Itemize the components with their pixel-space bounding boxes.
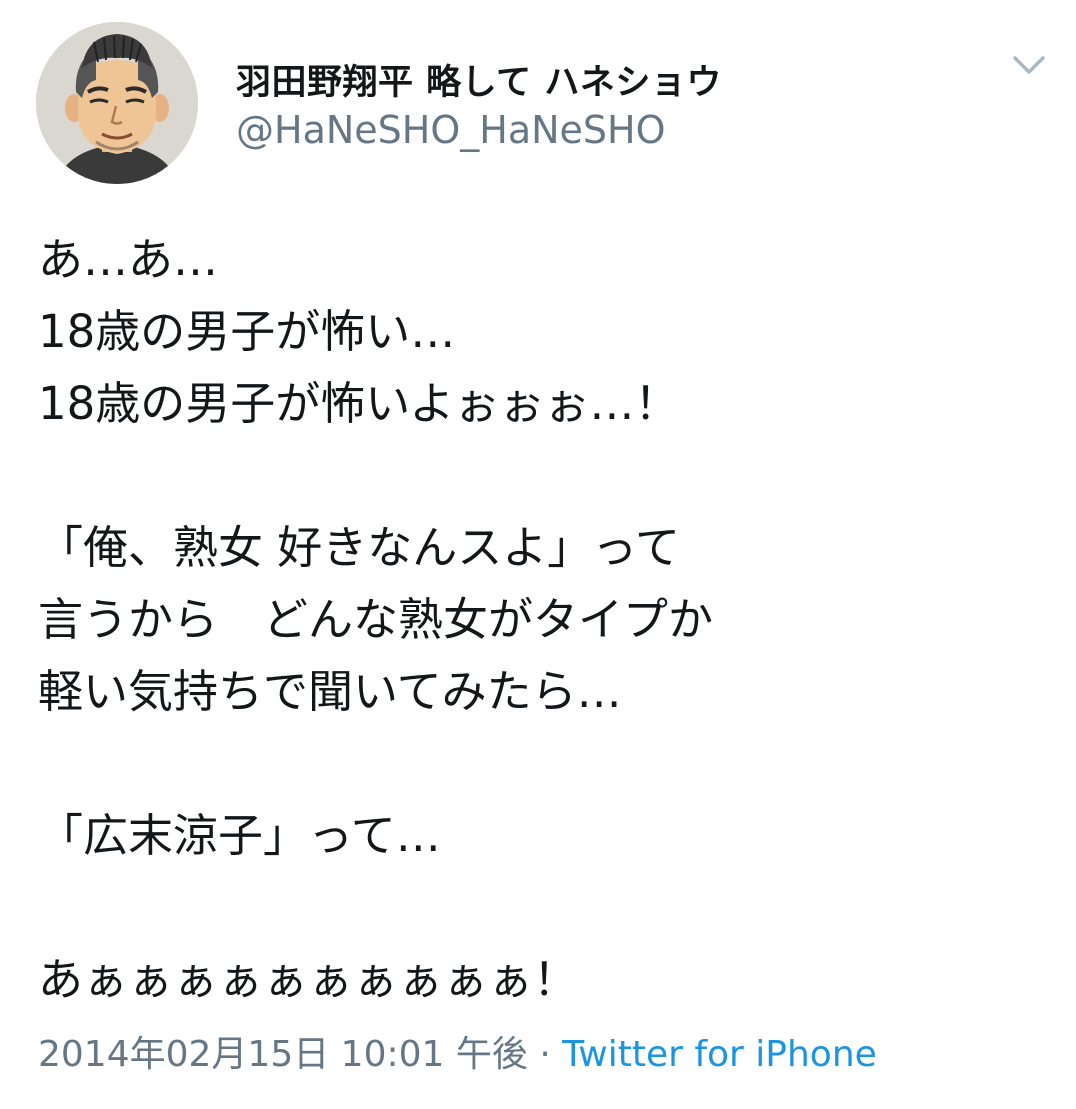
tweet-line: あぁぁぁぁぁぁぁぁぁぁ！	[38, 953, 579, 1006]
tweet-line: 「俺、熟女 好きなんスよ」って	[38, 521, 681, 574]
chevron-down-icon[interactable]	[1010, 50, 1048, 80]
tweet-text: あ…あ… 18歳の男子が怖い… 18歳の男子が怖いよぉぉぉ…！ 「俺、熟女 好き…	[38, 224, 1048, 1016]
tweet-line: 「広末涼子」って…	[38, 809, 441, 862]
tweet-line: あ…あ…	[38, 233, 219, 286]
tweet-line: 18歳の男子が怖い…	[38, 305, 456, 358]
tweet-card: 羽田野翔平 略して ハネショウ @HaNeSHO_HaNeSHO あ…あ… 18…	[0, 0, 1076, 1109]
author-handle[interactable]: @HaNeSHO_HaNeSHO	[236, 108, 666, 152]
tweet-line: 18歳の男子が怖いよぉぉぉ…！	[38, 377, 680, 430]
tweet-timestamp[interactable]: 2014年02月15日 10:01 午後	[38, 1034, 528, 1075]
tweet-meta: 2014年02月15日 10:01 午後 · Twitter for iPhon…	[38, 1025, 877, 1077]
avatar-illustration	[36, 22, 198, 184]
tweet-line: 軽い気持ちで聞いてみたら…	[38, 665, 622, 718]
tweet-source-link[interactable]: Twitter for iPhone	[562, 1034, 877, 1075]
meta-separator: ·	[539, 1034, 551, 1075]
tweet-line: 言うから どんな熟女がタイプか	[38, 593, 714, 646]
avatar[interactable]	[36, 22, 198, 184]
author-name[interactable]: 羽田野翔平 略して ハネショウ	[236, 54, 722, 105]
